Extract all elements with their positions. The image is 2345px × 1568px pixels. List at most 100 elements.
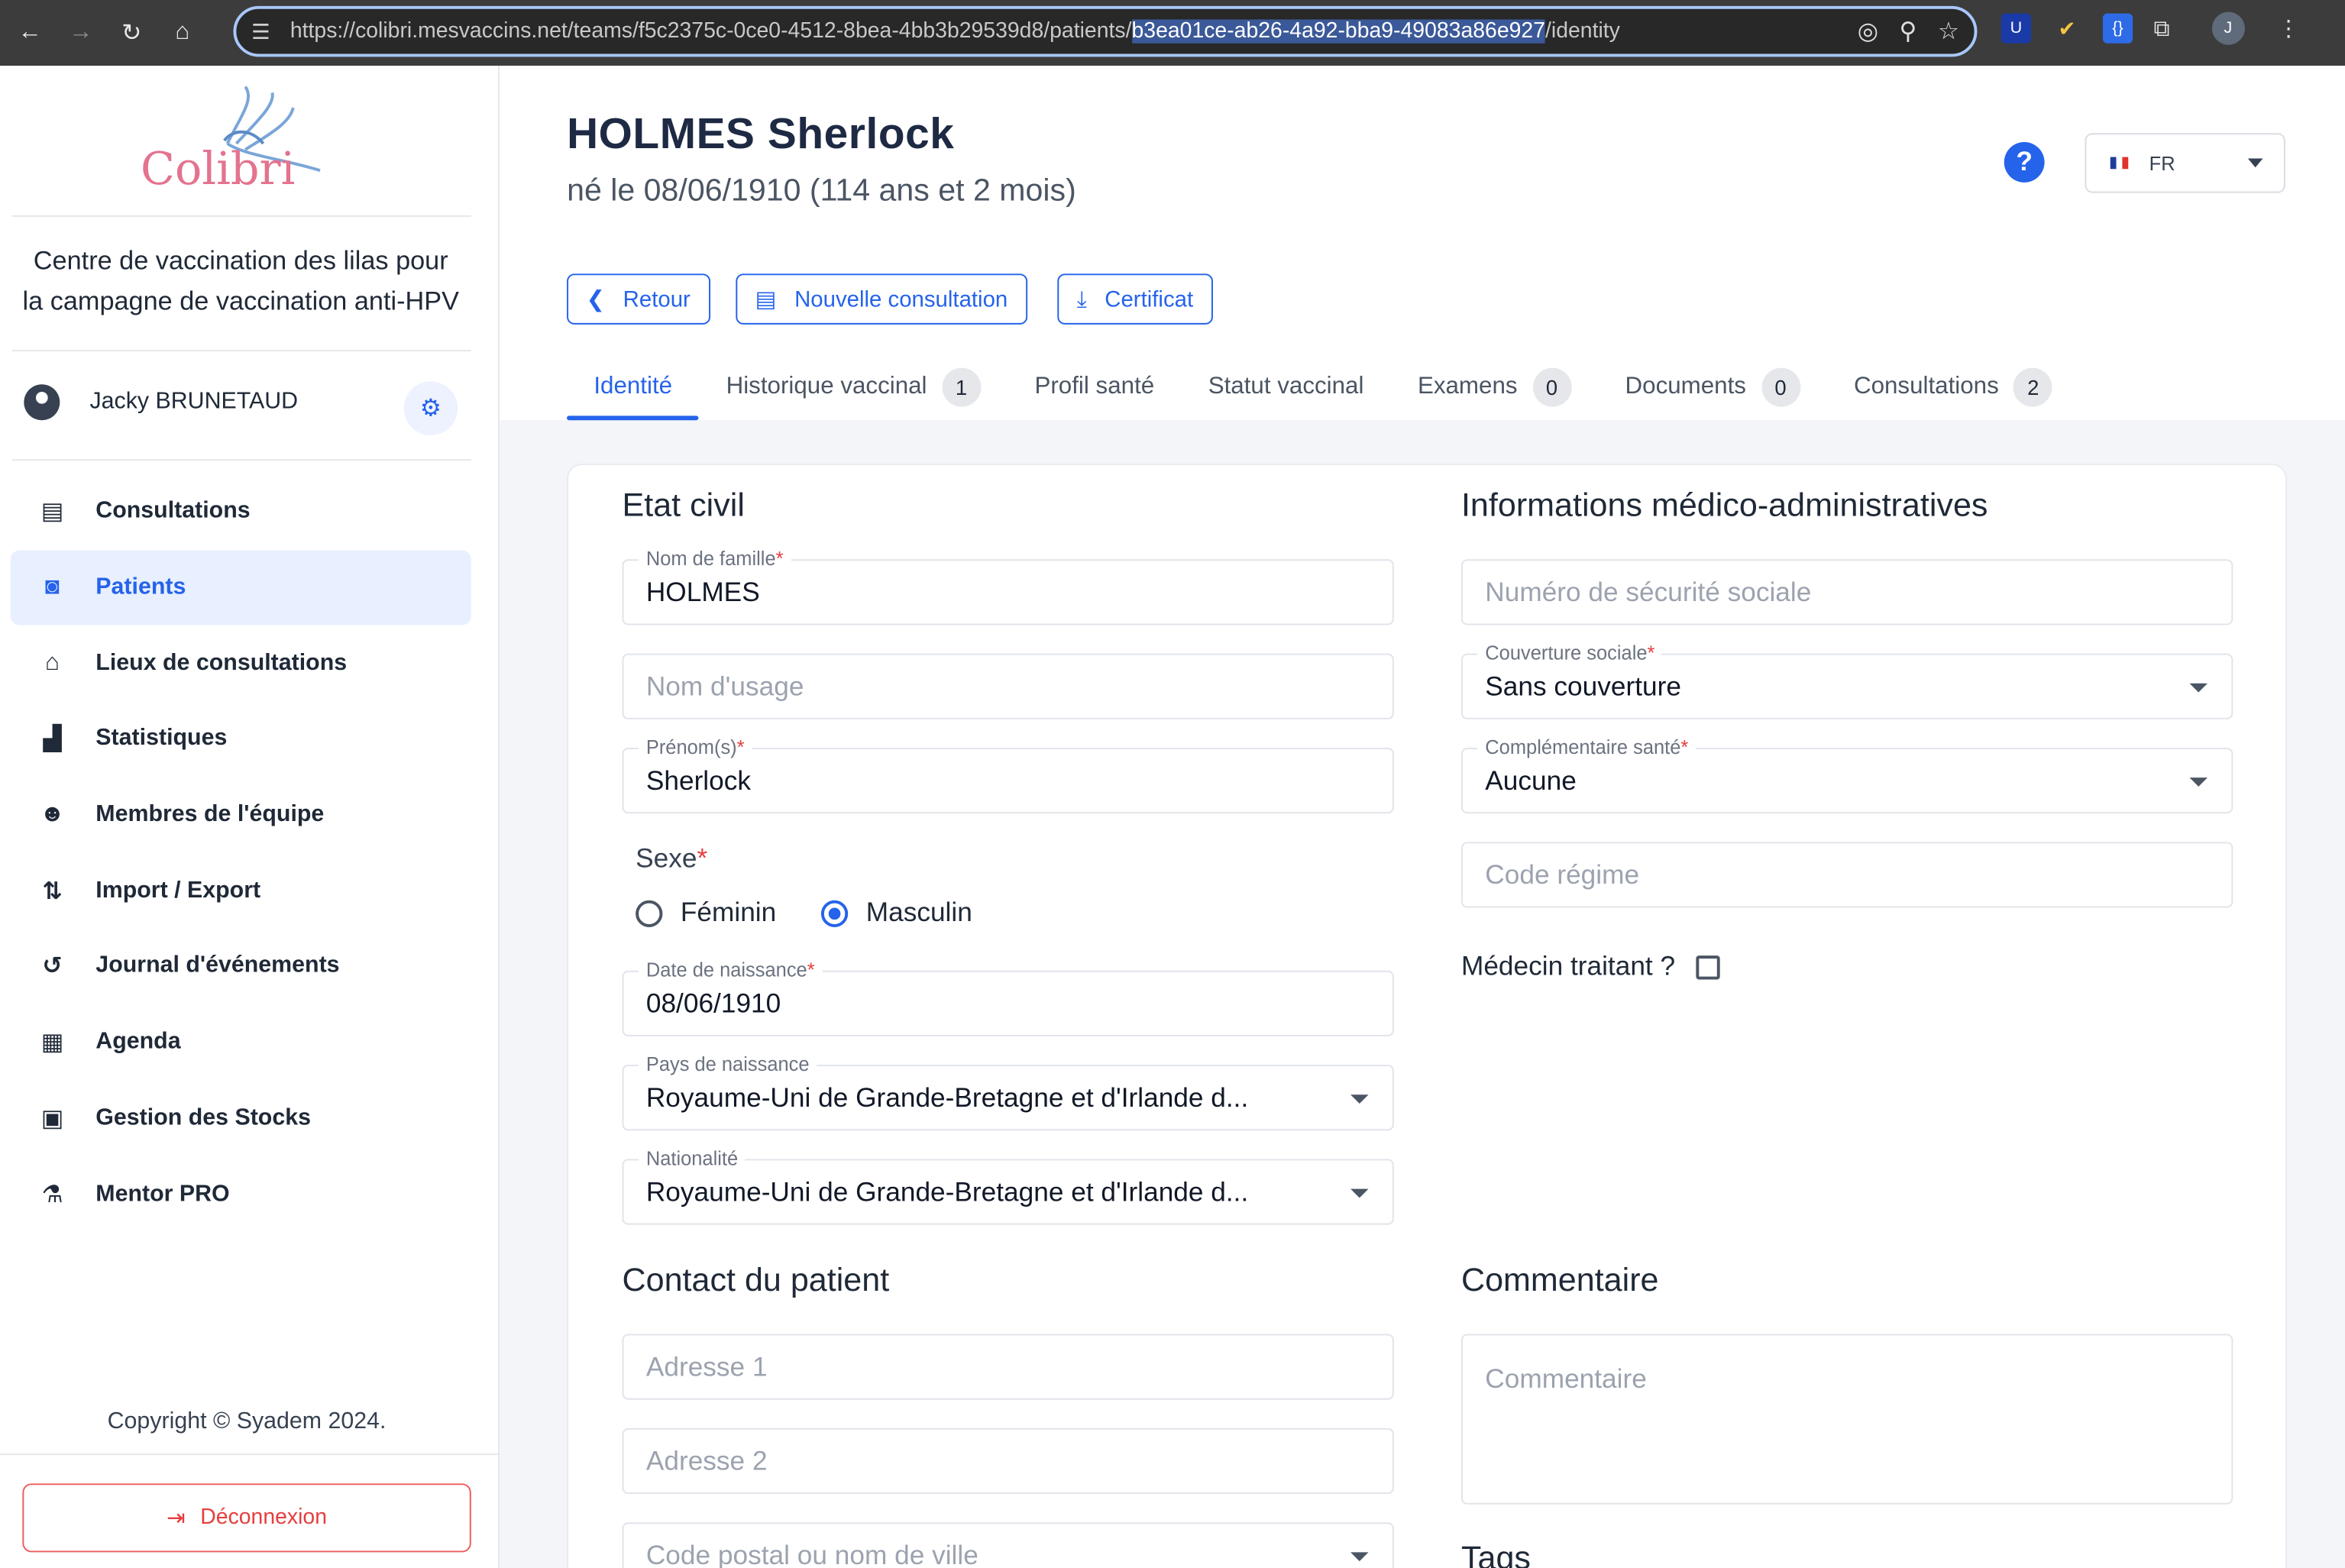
- home-icon[interactable]: ⌂: [161, 12, 203, 54]
- browser-menu-icon[interactable]: ⋮: [2277, 15, 2299, 42]
- tab-historique-vaccinal[interactable]: Historique vaccinal 1: [699, 354, 1008, 420]
- radio-circle[interactable]: [636, 899, 663, 926]
- home-plus-icon: ⌂: [45, 650, 60, 676]
- help-icon[interactable]: ?: [2004, 142, 2045, 183]
- menu-item-membres[interactable]: ☻ Membres de l'équipe: [11, 778, 471, 853]
- field-label: Nom de famille*: [639, 547, 791, 570]
- user-avatar-icon: [24, 384, 60, 421]
- arrows-updown-icon: ⇅: [42, 878, 63, 905]
- birth-date-field[interactable]: Date de naissance* 08/06/1910: [622, 959, 1394, 1036]
- menu-label: Lieux de consultations: [95, 650, 348, 676]
- patient-badge-icon: ◙: [45, 574, 60, 600]
- first-name-field[interactable]: Prénom(s)* Sherlock: [622, 736, 1394, 814]
- required-mark: *: [697, 843, 708, 874]
- extension-braces-icon[interactable]: {}: [2102, 13, 2133, 44]
- extension-shield-icon[interactable]: U: [2001, 13, 2031, 44]
- treating-doctor-checkbox[interactable]: [1696, 955, 1720, 979]
- new-consultation-label: Nouvelle consultation: [794, 286, 1008, 312]
- nationality-select[interactable]: Nationalité Royaume-Uni de Grande-Bretag…: [622, 1146, 1394, 1225]
- extension-check-icon[interactable]: ✔: [2052, 14, 2081, 44]
- field-label: Complémentaire santé*: [1477, 736, 1696, 758]
- menu-item-journal[interactable]: ↺ Journal d'événements: [11, 929, 471, 1004]
- bookmark-star-icon[interactable]: ☆: [1938, 17, 1959, 47]
- team-icon: ☻: [40, 801, 66, 827]
- forward-arrow-icon[interactable]: →: [60, 12, 102, 54]
- history-icon: ↺: [42, 955, 63, 981]
- radio-masculin[interactable]: Masculin: [821, 897, 972, 929]
- regime-code-field[interactable]: Code régime: [1460, 842, 2233, 908]
- radio-circle[interactable]: [821, 899, 849, 926]
- archive-icon: ▣: [40, 1106, 64, 1132]
- menu-item-mentor-pro[interactable]: ⚗ Mentor PRO: [11, 1156, 471, 1232]
- menu-item-lieux[interactable]: ⌂ Lieux de consultations: [11, 626, 471, 701]
- tab-profil-sante[interactable]: Profil santé: [1008, 354, 1181, 420]
- menu-item-import-export[interactable]: ⇅ Import / Export: [11, 853, 471, 929]
- centre-name: Centre de vaccination des lilas pour la …: [0, 241, 481, 322]
- chevron-down-icon: [2189, 778, 2208, 787]
- treating-doctor-row: Médecin traitant ?: [1461, 951, 1720, 982]
- site-settings-icon[interactable]: ☰: [251, 19, 270, 44]
- chevron-down-icon: [1350, 1094, 1369, 1104]
- tab-documents[interactable]: Documents 0: [1598, 354, 1826, 420]
- back-arrow-icon[interactable]: ←: [9, 12, 51, 54]
- complementary-health-select[interactable]: Complémentaire santé* Aucune: [1460, 736, 2233, 814]
- zoom-icon[interactable]: ⚲: [1900, 17, 1917, 47]
- social-security-field[interactable]: Numéro de sécurité sociale: [1460, 559, 2233, 626]
- menu-item-statistiques[interactable]: ▟ Statistiques: [11, 701, 471, 777]
- section-title-etat-civil: Etat civil: [622, 486, 745, 524]
- language-select[interactable]: FR: [2085, 133, 2285, 193]
- new-consultation-button[interactable]: ▤ Nouvelle consultation: [736, 273, 1027, 325]
- usage-name-field[interactable]: Nom d'usage: [622, 653, 1394, 719]
- last-name-field[interactable]: Nom de famille* HOLMES: [622, 547, 1394, 626]
- address2-field[interactable]: Adresse 2: [622, 1427, 1394, 1495]
- logout-icon: ⇥: [167, 1505, 186, 1531]
- logout-label: Déconnexion: [200, 1505, 328, 1531]
- placeholder: Adresse 2: [645, 1445, 768, 1476]
- patient-birth-info: né le 08/06/1910 (114 ans et 2 mois): [567, 173, 1076, 209]
- city-select[interactable]: Code postal ou nom de ville: [622, 1522, 1394, 1568]
- social-coverage-select[interactable]: Couverture sociale* Sans couverture: [1460, 641, 2233, 719]
- comment-textarea[interactable]: Commentaire: [1460, 1334, 2233, 1505]
- patient-tabs: Identité Historique vaccinal 1 Profil san…: [567, 354, 2080, 421]
- field-label: Pays de naissance: [639, 1052, 817, 1075]
- address-bar[interactable]: ☰ https://colibri.mesvaccins.net/teams/f…: [233, 5, 1978, 57]
- tab-consultations[interactable]: Consultations 2: [1827, 354, 2080, 420]
- centre-line-1: Centre de vaccination des lilas pour: [33, 245, 448, 276]
- menu-label: Journal d'événements: [95, 953, 340, 979]
- profile-avatar[interactable]: J: [2211, 11, 2245, 45]
- radio-feminin[interactable]: Féminin: [636, 897, 776, 929]
- language-value: FR: [2149, 151, 2175, 175]
- certificate-button[interactable]: ⤓ Certificat: [1057, 273, 1213, 325]
- colibri-logo[interactable]: Colibri: [137, 84, 332, 204]
- birth-country-select[interactable]: Pays de naissance Royaume-Uni de Grande-…: [622, 1052, 1394, 1131]
- extensions-puzzle-icon[interactable]: ⧉: [2154, 16, 2170, 41]
- menu-item-consultations[interactable]: ▤ Consultations: [11, 474, 471, 550]
- patient-header: HOLMES Sherlock né le 08/06/1910 (114 an…: [499, 66, 2345, 421]
- required-mark: *: [736, 736, 745, 758]
- page-title: HOLMES Sherlock: [567, 110, 955, 159]
- main-content: HOLMES Sherlock né le 08/06/1910 (114 an…: [499, 66, 2345, 1568]
- menu-item-stocks[interactable]: ▣ Gestion des Stocks: [11, 1081, 471, 1156]
- lens-icon[interactable]: ◎: [1858, 17, 1878, 47]
- tab-label: Profil santé: [1034, 373, 1155, 399]
- menu-label: Patients: [95, 574, 186, 600]
- radio-label: Masculin: [865, 897, 972, 927]
- logo-text: Colibri: [141, 143, 296, 196]
- logout-button[interactable]: ⇥ Déconnexion: [22, 1483, 471, 1553]
- section-title-commentaire: Commentaire: [1460, 1260, 1659, 1298]
- tab-identite[interactable]: Identité: [567, 354, 700, 421]
- user-settings-button[interactable]: ⚙: [403, 381, 458, 435]
- reload-icon[interactable]: ↻: [111, 12, 153, 54]
- menu-item-patients[interactable]: ◙ Patients: [10, 549, 471, 626]
- sex-label: Sexe*: [636, 843, 707, 875]
- address1-field[interactable]: Adresse 1: [622, 1334, 1394, 1400]
- label-text: Nationalité: [645, 1146, 739, 1170]
- menu-item-agenda[interactable]: ▦ Agenda: [11, 1004, 471, 1080]
- field-label: Couverture sociale*: [1477, 641, 1663, 664]
- chevron-down-icon: [1350, 1188, 1369, 1198]
- back-button[interactable]: ❮ Retour: [567, 273, 710, 325]
- url-prefix: https://colibri.mesvaccins.net/teams/f5c…: [289, 19, 1132, 44]
- tab-statut-vaccinal[interactable]: Statut vaccinal: [1181, 354, 1390, 420]
- tab-examens[interactable]: Examens 0: [1391, 354, 1599, 420]
- user-name: Jacky BRUNETAUD: [89, 389, 299, 415]
